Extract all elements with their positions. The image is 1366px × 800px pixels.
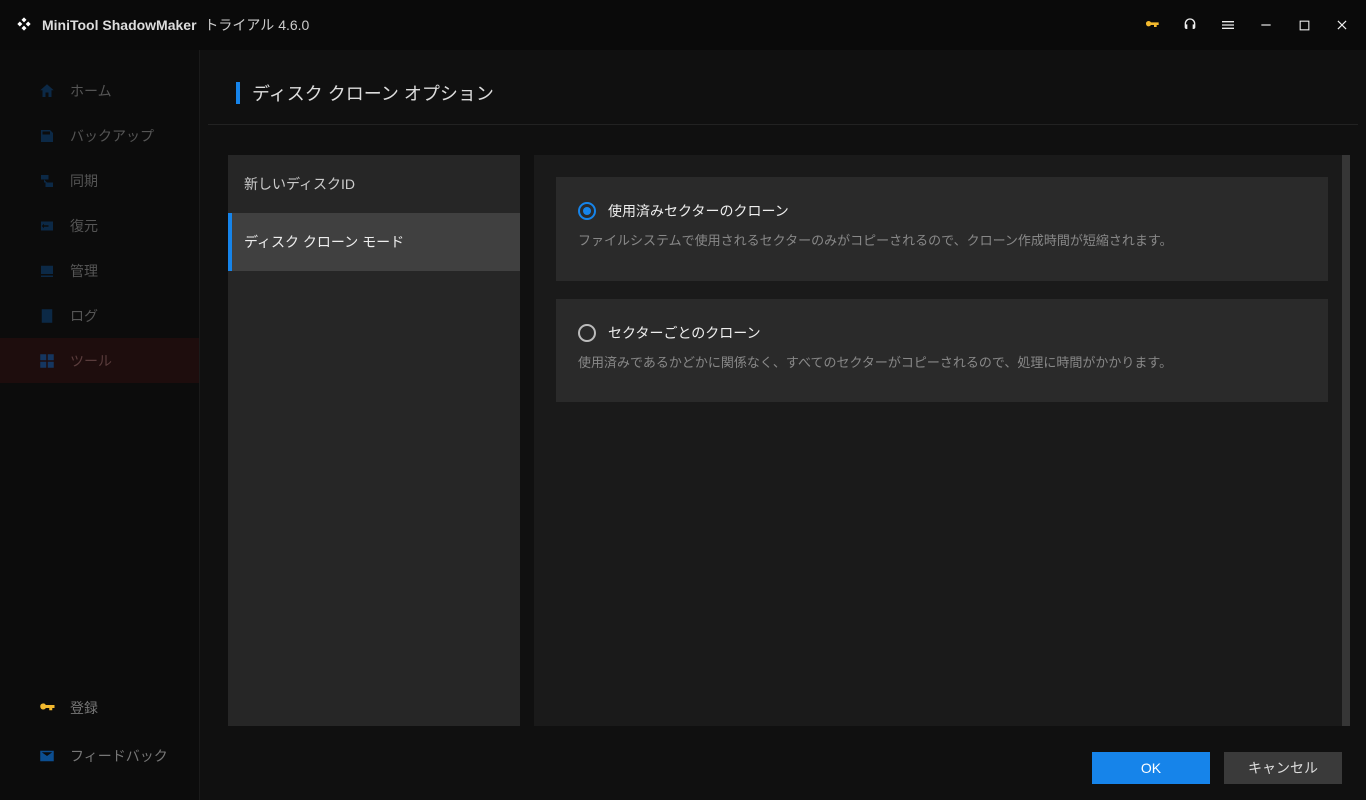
titlebar: MiniTool ShadowMaker トライアル 4.6.0 — [0, 0, 1366, 50]
tab-label: 新しいディスクID — [244, 174, 355, 194]
accent-bar — [236, 82, 240, 104]
sidebar: ホーム バックアップ 同期 復元 管理 ログ — [0, 50, 200, 800]
option-desc: ファイルシステムで使用されるセクターのみがコピーされるので、クローン作成時間が短… — [578, 231, 1306, 251]
sidebar-item-feedback[interactable]: フィードバック — [0, 732, 199, 780]
sync-icon — [38, 172, 56, 190]
sidebar-item-label: ホーム — [70, 81, 112, 101]
option-title: 使用済みセクターのクローン — [608, 201, 789, 221]
log-icon — [38, 307, 56, 325]
sidebar-item-label: ログ — [70, 306, 98, 326]
titlebar-right — [1142, 15, 1358, 35]
page-title: ディスク クローン オプション — [252, 80, 494, 106]
restore-icon — [38, 217, 56, 235]
footer: OK キャンセル — [200, 738, 1366, 800]
tab-new-disk-id[interactable]: 新しいディスクID — [228, 155, 520, 213]
main-panel: ディスク クローン オプション 新しいディスクID ディスク クローン モード … — [200, 50, 1366, 800]
option-used-sector[interactable]: 使用済みセクターのクローン ファイルシステムで使用されるセクターのみがコピーされ… — [556, 177, 1328, 281]
maximize-icon[interactable] — [1294, 15, 1314, 35]
close-icon[interactable] — [1332, 15, 1352, 35]
support-icon[interactable] — [1180, 15, 1200, 35]
app-logo-icon — [14, 14, 34, 37]
option-sector-by-sector[interactable]: セクターごとのクローン 使用済みであるかどかに関係なく、すべてのセクターがコピー… — [556, 299, 1328, 403]
sidebar-item-log[interactable]: ログ — [0, 293, 199, 338]
radio-unselected-icon[interactable] — [578, 324, 596, 342]
key-icon[interactable] — [1142, 15, 1162, 35]
sidebar-item-label: 登録 — [70, 698, 98, 718]
sidebar-item-restore[interactable]: 復元 — [0, 203, 199, 248]
titlebar-left: MiniTool ShadowMaker トライアル 4.6.0 — [14, 14, 309, 37]
minimize-icon[interactable] — [1256, 15, 1276, 35]
options-panel: 使用済みセクターのクローン ファイルシステムで使用されるセクターのみがコピーされ… — [534, 155, 1350, 726]
tabs-panel: 新しいディスクID ディスク クローン モード — [228, 155, 520, 726]
backup-icon — [38, 127, 56, 145]
sidebar-item-label: フィードバック — [70, 746, 168, 766]
sidebar-item-label: ツール — [70, 351, 112, 371]
sidebar-item-sync[interactable]: 同期 — [0, 158, 199, 203]
ok-button[interactable]: OK — [1092, 752, 1210, 784]
tools-icon — [38, 352, 56, 370]
sidebar-item-manage[interactable]: 管理 — [0, 248, 199, 293]
tab-clone-mode[interactable]: ディスク クローン モード — [228, 213, 520, 271]
option-title: セクターごとのクローン — [608, 323, 761, 343]
sidebar-item-home[interactable]: ホーム — [0, 68, 199, 113]
sidebar-item-tools[interactable]: ツール — [0, 338, 199, 383]
app-title: MiniTool ShadowMaker トライアル 4.6.0 — [42, 15, 309, 35]
home-icon — [38, 82, 56, 100]
sidebar-item-label: 同期 — [70, 171, 98, 191]
sidebar-item-label: バックアップ — [70, 126, 154, 146]
sidebar-item-backup[interactable]: バックアップ — [0, 113, 199, 158]
mail-icon — [38, 747, 56, 765]
sidebar-item-register[interactable]: 登録 — [0, 684, 199, 732]
menu-icon[interactable] — [1218, 15, 1238, 35]
sidebar-item-label: 復元 — [70, 216, 98, 236]
key-icon — [38, 699, 56, 717]
option-desc: 使用済みであるかどかに関係なく、すべてのセクターがコピーされるので、処理に時間が… — [578, 353, 1306, 373]
radio-selected-icon[interactable] — [578, 202, 596, 220]
tab-label: ディスク クローン モード — [244, 232, 404, 252]
manage-icon — [38, 262, 56, 280]
cancel-button[interactable]: キャンセル — [1224, 752, 1342, 784]
sidebar-item-label: 管理 — [70, 261, 98, 281]
page-header: ディスク クローン オプション — [208, 50, 1358, 125]
